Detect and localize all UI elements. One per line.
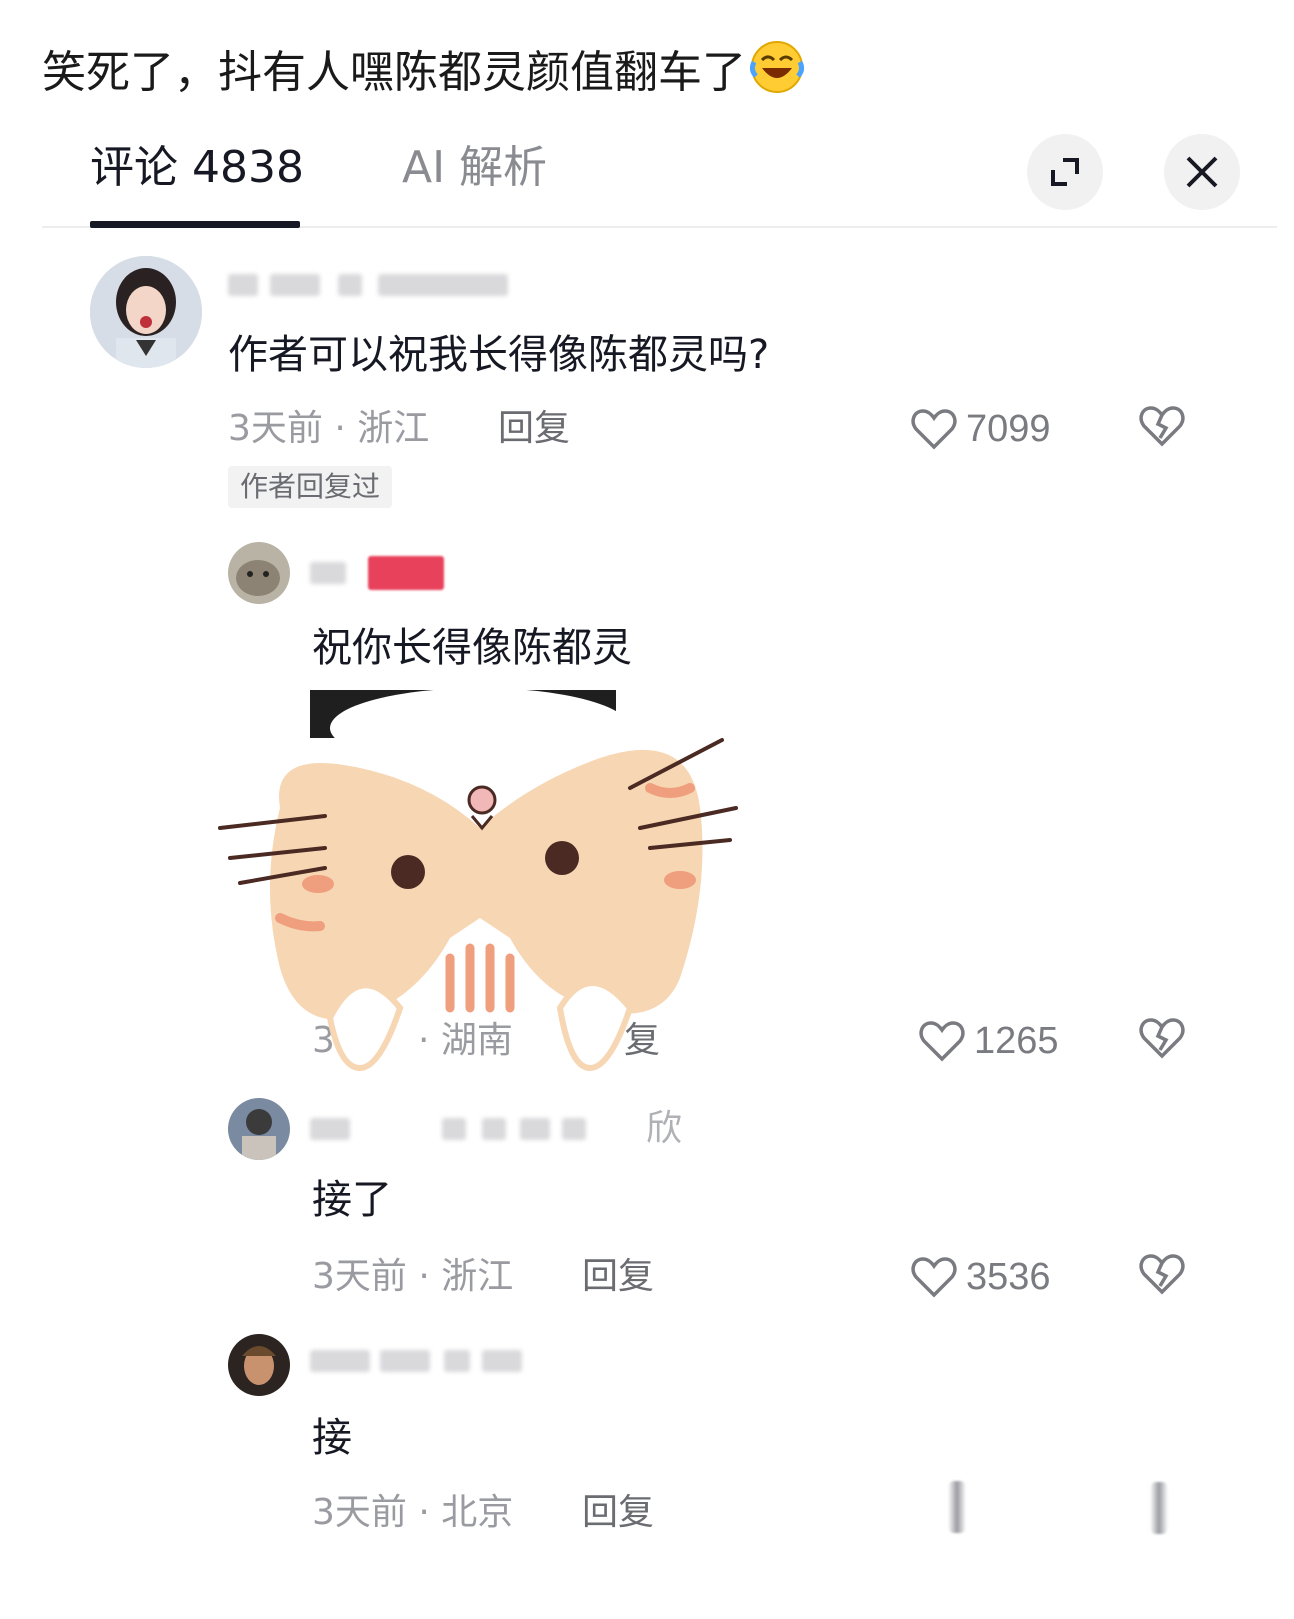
dislike-button[interactable] (1138, 404, 1188, 454)
comment-text: 接了 (312, 1177, 392, 1223)
comment-text: 作者可以祝我长得像陈都灵吗? (228, 332, 770, 378)
comment-meta: 3天前 · 北京 (312, 1492, 514, 1533)
username-redacted[interactable] (310, 1112, 640, 1146)
expand-icon (1051, 158, 1079, 186)
expand-button[interactable] (1027, 134, 1103, 210)
author-name-redacted[interactable] (310, 556, 450, 590)
close-button[interactable] (1164, 134, 1240, 210)
reply-button[interactable]: 回复 (582, 1252, 654, 1302)
like-count: 1265 (974, 1019, 1059, 1062)
heart-outline-icon (911, 1257, 957, 1298)
username-redacted[interactable] (310, 1344, 530, 1378)
post-title-text: 笑死了，抖有人嘿陈都灵颜值翻车了 (42, 47, 746, 98)
like-count: 7099 (966, 407, 1051, 450)
heart-outline-icon (911, 409, 957, 450)
tab-comments[interactable]: 评论 4838 (90, 138, 304, 198)
reply-button[interactable]: 回复 (498, 404, 570, 454)
dislike-button-partial[interactable] (1150, 1482, 1200, 1534)
avatar[interactable] (228, 1334, 290, 1396)
like-button[interactable]: 7099 (910, 404, 1051, 454)
dislike-button[interactable] (1138, 1016, 1188, 1066)
reply-button[interactable]: 回复 (582, 1488, 654, 1538)
like-count: 3536 (966, 1255, 1051, 1298)
comment-meta: 3天前 · 浙江 (312, 1256, 514, 1297)
tab-ai-analysis[interactable]: AI 解析 (402, 138, 547, 198)
like-button-partial[interactable] (948, 1481, 966, 1533)
like-button[interactable]: 1265 (918, 1016, 1059, 1066)
broken-heart-icon (1139, 1018, 1185, 1059)
avatar[interactable] (228, 542, 290, 604)
author-replied-badge: 作者回复过 (228, 466, 393, 508)
rofl-emoji-icon (749, 40, 805, 110)
cat-sticker-image (210, 688, 750, 1098)
avatar[interactable] (90, 256, 202, 368)
comment-text: 祝你长得像陈都灵 (312, 625, 632, 671)
dislike-button[interactable] (1138, 1252, 1188, 1302)
comment-text: 接 (312, 1415, 352, 1461)
comment-panel-header: 评论 4838 AI 解析 (42, 128, 1277, 228)
broken-heart-icon (1139, 406, 1185, 447)
post-title: 笑死了，抖有人嘿陈都灵颜值翻车了 (42, 40, 805, 110)
avatar[interactable] (228, 1098, 290, 1160)
heart-outline-icon (919, 1021, 965, 1062)
active-tab-indicator (90, 221, 300, 228)
like-button[interactable]: 3536 (910, 1252, 1051, 1302)
close-icon (1186, 156, 1218, 188)
comment-meta: 3天前 · 浙江 (228, 408, 430, 449)
username-fragment: 欣 (646, 1108, 683, 1149)
username-redacted[interactable] (228, 268, 508, 302)
broken-heart-icon (1139, 1254, 1185, 1295)
